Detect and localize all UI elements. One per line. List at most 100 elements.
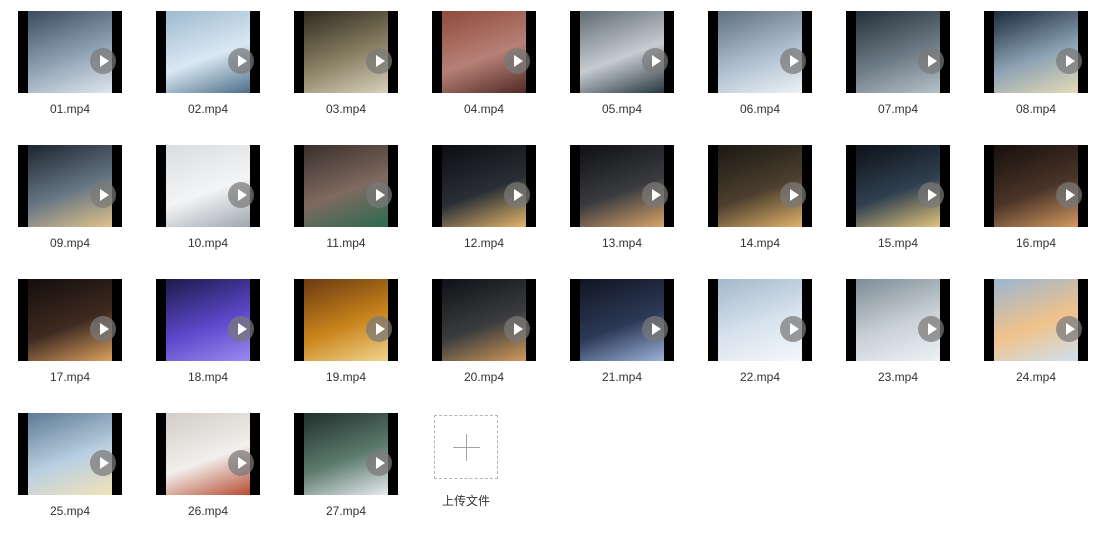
file-name: 10.mp4 (187, 236, 229, 250)
video-thumbnail[interactable] (846, 279, 950, 361)
play-icon[interactable] (504, 316, 530, 342)
video-file-item[interactable]: 03.mp4 (294, 11, 398, 131)
play-icon[interactable] (1056, 48, 1082, 74)
video-thumbnail[interactable] (846, 11, 950, 93)
file-name: 18.mp4 (187, 370, 229, 384)
video-thumbnail[interactable] (432, 279, 536, 361)
play-icon[interactable] (642, 48, 668, 74)
play-icon[interactable] (366, 182, 392, 208)
video-thumbnail[interactable] (294, 11, 398, 93)
video-thumbnail[interactable] (984, 11, 1088, 93)
video-file-item[interactable]: 23.mp4 (846, 279, 950, 399)
video-file-item[interactable]: 01.mp4 (18, 11, 122, 131)
video-thumbnail[interactable] (984, 279, 1088, 361)
video-thumbnail[interactable] (156, 11, 260, 93)
file-name: 05.mp4 (601, 102, 643, 116)
video-thumbnail[interactable] (156, 413, 260, 495)
file-name: 25.mp4 (49, 504, 91, 518)
play-icon[interactable] (918, 316, 944, 342)
plus-icon (466, 434, 467, 461)
file-name: 17.mp4 (49, 370, 91, 384)
video-file-item[interactable]: 11.mp4 (294, 145, 398, 265)
video-file-item[interactable]: 24.mp4 (984, 279, 1088, 399)
video-file-item[interactable]: 08.mp4 (984, 11, 1088, 131)
video-thumbnail[interactable] (18, 413, 122, 495)
file-name: 23.mp4 (877, 370, 919, 384)
play-icon[interactable] (780, 48, 806, 74)
file-name: 09.mp4 (49, 236, 91, 250)
video-thumbnail[interactable] (708, 11, 812, 93)
video-file-item[interactable]: 10.mp4 (156, 145, 260, 265)
upload-button[interactable] (434, 415, 498, 479)
play-icon[interactable] (228, 450, 254, 476)
video-file-item[interactable]: 12.mp4 (432, 145, 536, 265)
play-icon[interactable] (918, 48, 944, 74)
video-thumbnail[interactable] (570, 279, 674, 361)
play-icon[interactable] (90, 182, 116, 208)
video-file-item[interactable]: 06.mp4 (708, 11, 812, 131)
file-name: 15.mp4 (877, 236, 919, 250)
video-thumbnail[interactable] (984, 145, 1088, 227)
play-icon[interactable] (90, 316, 116, 342)
video-file-item[interactable]: 13.mp4 (570, 145, 674, 265)
file-name: 06.mp4 (739, 102, 781, 116)
play-icon[interactable] (780, 182, 806, 208)
play-icon[interactable] (366, 450, 392, 476)
video-file-item[interactable]: 17.mp4 (18, 279, 122, 399)
video-thumbnail[interactable] (432, 145, 536, 227)
video-file-item[interactable]: 05.mp4 (570, 11, 674, 131)
video-thumbnail[interactable] (18, 279, 122, 361)
play-icon[interactable] (1056, 182, 1082, 208)
video-thumbnail[interactable] (846, 145, 950, 227)
video-file-item[interactable]: 27.mp4 (294, 413, 398, 533)
play-icon[interactable] (1056, 316, 1082, 342)
play-icon[interactable] (504, 48, 530, 74)
play-icon[interactable] (90, 48, 116, 74)
video-thumbnail[interactable] (156, 145, 260, 227)
video-file-item[interactable]: 16.mp4 (984, 145, 1088, 265)
video-thumbnail[interactable] (708, 279, 812, 361)
play-icon[interactable] (90, 450, 116, 476)
video-thumbnail[interactable] (570, 145, 674, 227)
video-file-item[interactable]: 14.mp4 (708, 145, 812, 265)
video-thumbnail[interactable] (294, 413, 398, 495)
video-file-item[interactable]: 04.mp4 (432, 11, 536, 131)
play-icon[interactable] (228, 316, 254, 342)
video-thumbnail[interactable] (294, 279, 398, 361)
file-name: 01.mp4 (49, 102, 91, 116)
file-name: 07.mp4 (877, 102, 919, 116)
play-icon[interactable] (366, 48, 392, 74)
file-name: 03.mp4 (325, 102, 367, 116)
file-name: 14.mp4 (739, 236, 781, 250)
video-thumbnail[interactable] (18, 11, 122, 93)
video-file-item[interactable]: 18.mp4 (156, 279, 260, 399)
file-name: 13.mp4 (601, 236, 643, 250)
play-icon[interactable] (642, 316, 668, 342)
video-file-item[interactable]: 07.mp4 (846, 11, 950, 131)
video-thumbnail[interactable] (18, 145, 122, 227)
video-file-item[interactable]: 21.mp4 (570, 279, 674, 399)
video-thumbnail[interactable] (432, 11, 536, 93)
play-icon[interactable] (918, 182, 944, 208)
file-name: 27.mp4 (325, 504, 367, 518)
video-file-item[interactable]: 22.mp4 (708, 279, 812, 399)
video-thumbnail[interactable] (294, 145, 398, 227)
video-file-item[interactable]: 02.mp4 (156, 11, 260, 131)
play-icon[interactable] (504, 182, 530, 208)
play-icon[interactable] (228, 182, 254, 208)
video-file-item[interactable]: 15.mp4 (846, 145, 950, 265)
play-icon[interactable] (780, 316, 806, 342)
file-name: 02.mp4 (187, 102, 229, 116)
play-icon[interactable] (642, 182, 668, 208)
video-file-item[interactable]: 26.mp4 (156, 413, 260, 533)
video-thumbnail[interactable] (156, 279, 260, 361)
play-icon[interactable] (228, 48, 254, 74)
play-icon[interactable] (366, 316, 392, 342)
video-file-item[interactable]: 09.mp4 (18, 145, 122, 265)
video-thumbnail[interactable] (570, 11, 674, 93)
video-file-item[interactable]: 25.mp4 (18, 413, 122, 533)
file-name: 26.mp4 (187, 504, 229, 518)
video-file-item[interactable]: 20.mp4 (432, 279, 536, 399)
video-file-item[interactable]: 19.mp4 (294, 279, 398, 399)
video-thumbnail[interactable] (708, 145, 812, 227)
